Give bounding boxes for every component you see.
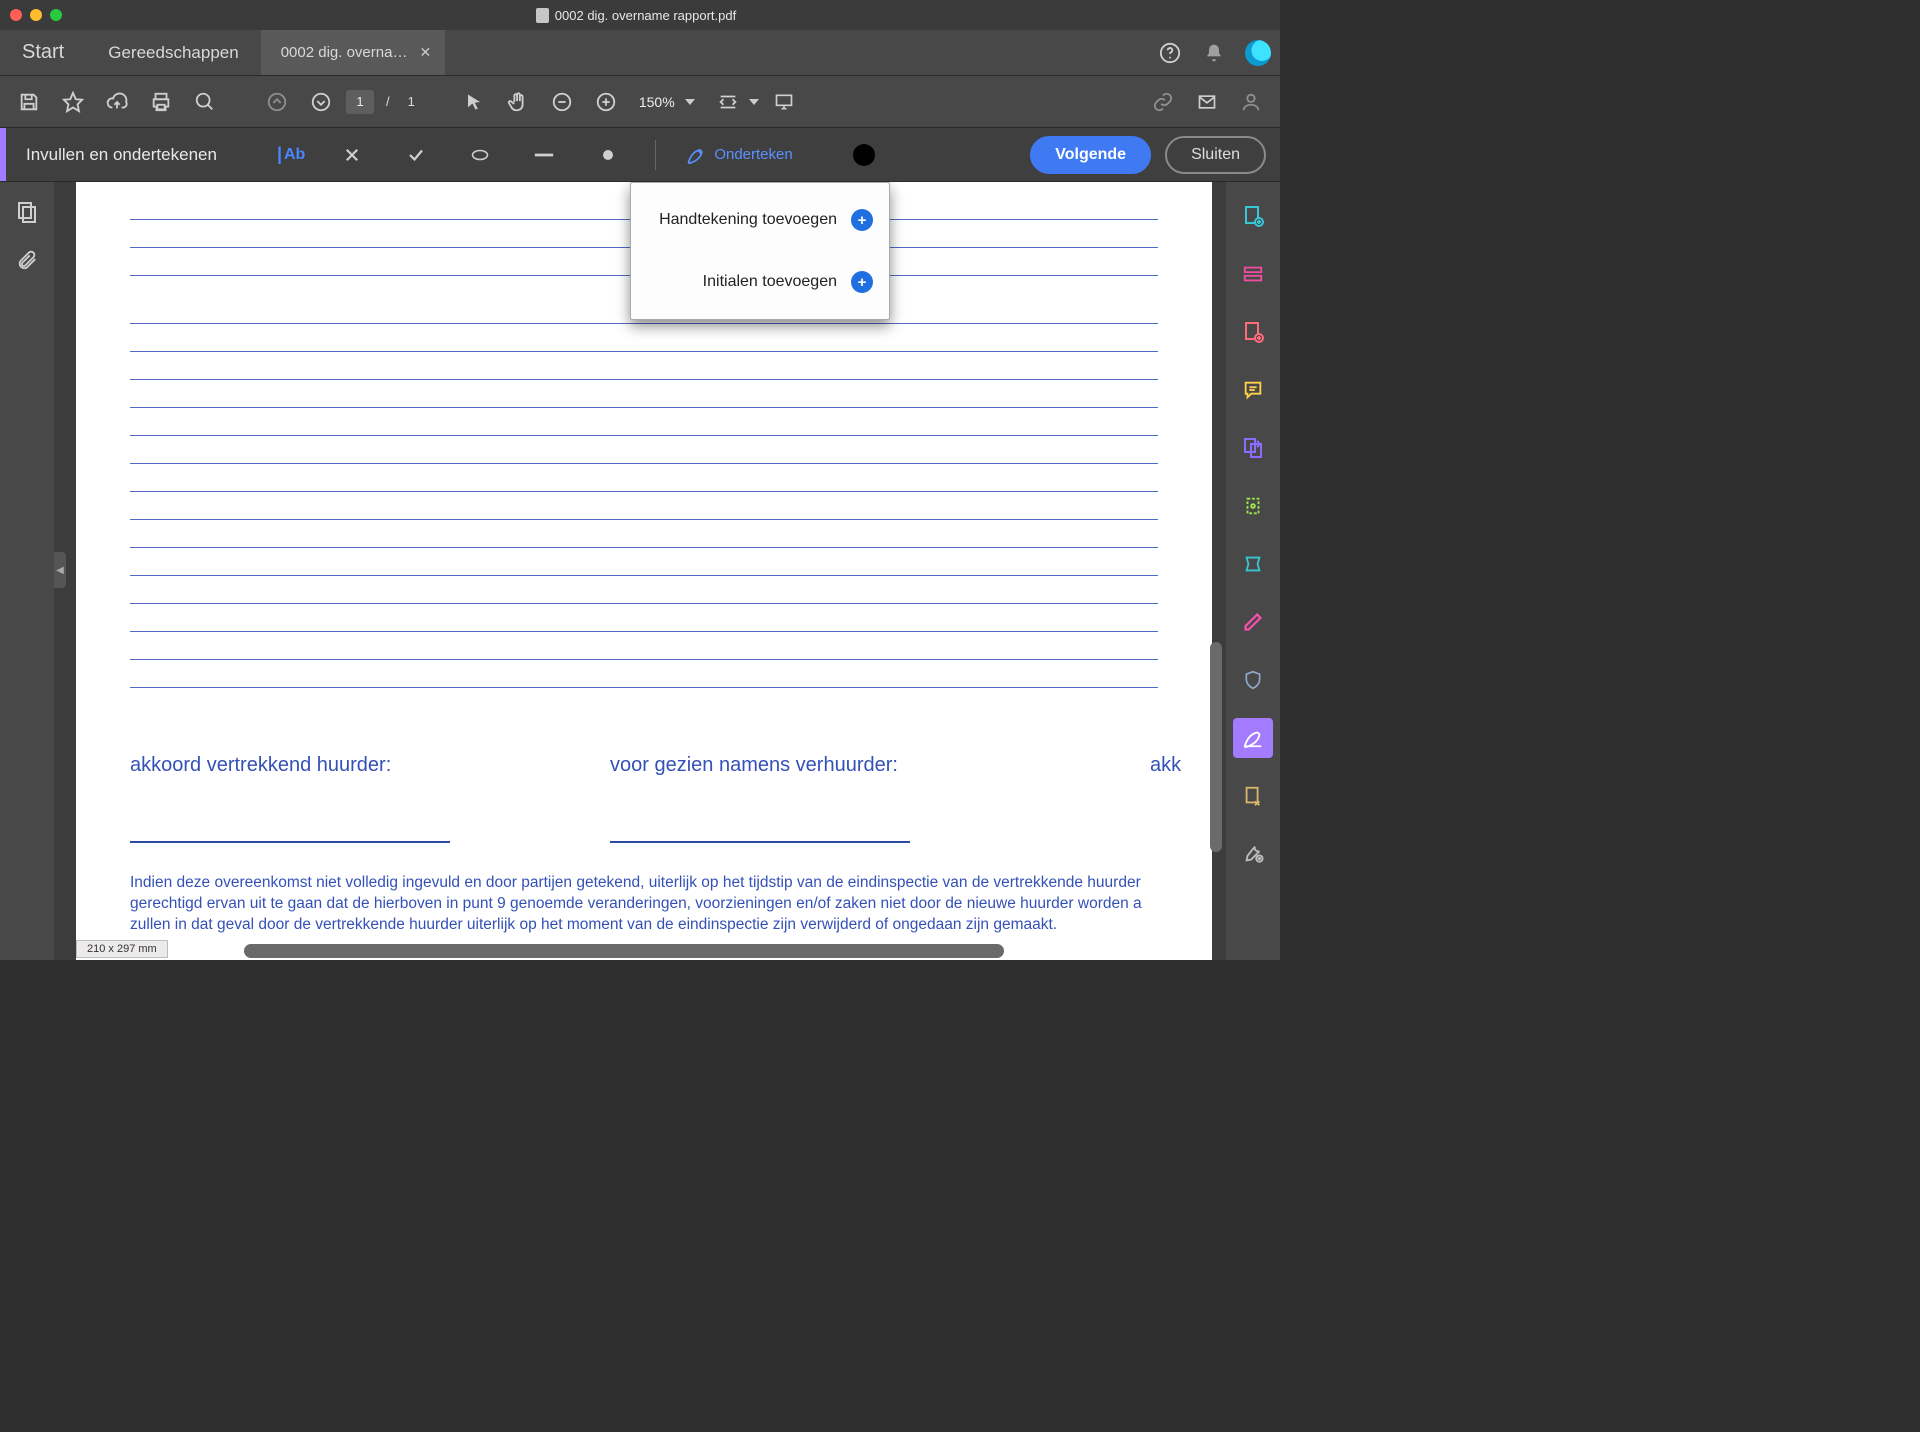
redact-tool-icon[interactable] xyxy=(1233,544,1273,584)
profile-icon[interactable] xyxy=(1232,83,1270,121)
circle-tool-icon[interactable] xyxy=(463,138,497,172)
check-mark-tool-icon[interactable] xyxy=(399,138,433,172)
zoom-in-icon[interactable] xyxy=(587,83,625,121)
attachments-panel-icon[interactable] xyxy=(16,248,38,272)
signature-label-mid: voor gezien namens verhuurder: xyxy=(610,754,1150,777)
signature-line xyxy=(610,783,910,843)
fit-width-icon[interactable] xyxy=(709,83,747,121)
color-picker-dot[interactable] xyxy=(853,144,875,166)
signature-label-right: akk xyxy=(1150,754,1181,777)
dot-tool-icon[interactable] xyxy=(591,138,625,172)
line-tool-icon[interactable] xyxy=(527,138,561,172)
page-total: 1 xyxy=(402,94,421,109)
maximize-window-icon[interactable] xyxy=(50,9,62,21)
link-icon[interactable] xyxy=(1144,83,1182,121)
cloud-upload-icon[interactable] xyxy=(98,83,136,121)
sign-tools: |Ab Onderteken xyxy=(237,138,1030,172)
page-down-icon[interactable] xyxy=(302,83,340,121)
comment-tool-icon[interactable] xyxy=(1233,370,1273,410)
fill-sign-tool-icon[interactable] xyxy=(1233,718,1273,758)
plus-icon: + xyxy=(851,209,873,231)
signature-line xyxy=(130,783,450,843)
collapse-left-handle[interactable]: ◀ xyxy=(54,552,66,588)
hand-tool-icon[interactable] xyxy=(499,83,537,121)
cross-mark-tool-icon[interactable] xyxy=(335,138,369,172)
read-mode-icon[interactable] xyxy=(765,83,803,121)
minimize-window-icon[interactable] xyxy=(30,9,42,21)
zoom-out-icon[interactable] xyxy=(543,83,581,121)
main-toolbar: / 1 150% xyxy=(0,76,1280,128)
signature-label-left: akkoord vertrekkend huurder: xyxy=(130,754,610,777)
fill-sign-bar: Invullen en ondertekenen |Ab Onderteken … xyxy=(0,128,1280,182)
horizontal-scrollbar[interactable] xyxy=(244,944,1004,958)
tab-document-label: 0002 dig. overna… xyxy=(281,44,408,61)
star-icon[interactable] xyxy=(54,83,92,121)
help-icon[interactable] xyxy=(1148,30,1192,75)
left-rail xyxy=(0,182,54,960)
add-initials-label: Initialen toevoegen xyxy=(703,273,837,291)
close-tab-icon[interactable]: ✕ xyxy=(419,44,431,61)
account-avatar[interactable] xyxy=(1236,30,1280,75)
thumbnails-panel-icon[interactable] xyxy=(15,200,39,224)
window-title: 0002 dig. overname rapport.pdf xyxy=(62,8,1210,23)
status-bar-page-size: 210 x 297 mm xyxy=(76,940,168,958)
protect-tool-icon[interactable] xyxy=(1233,602,1273,642)
page-separator: / xyxy=(380,94,396,109)
chevron-down-icon xyxy=(685,99,695,105)
export-tool-icon[interactable] xyxy=(1233,776,1273,816)
fill-sign-title: Invullen en ondertekenen xyxy=(6,145,237,165)
combine-tool-icon[interactable] xyxy=(1233,254,1273,294)
tab-tools[interactable]: Gereedschappen xyxy=(86,30,260,75)
fine-print-line: zullen in dat geval door de vertrekkende… xyxy=(130,915,1158,936)
text-tool[interactable]: |Ab xyxy=(277,144,305,165)
search-icon[interactable] xyxy=(186,83,224,121)
window-controls xyxy=(10,9,62,21)
close-window-icon[interactable] xyxy=(10,9,22,21)
document-icon xyxy=(536,8,549,23)
add-signature-item[interactable]: Handtekening toevoegen + xyxy=(631,189,889,251)
more-tools-icon[interactable] xyxy=(1233,834,1273,874)
compress-tool-icon[interactable] xyxy=(1233,486,1273,526)
plus-icon: + xyxy=(851,271,873,293)
chevron-down-icon[interactable] xyxy=(749,99,759,105)
vertical-scrollbar[interactable] xyxy=(1210,642,1222,852)
edit-pdf-tool-icon[interactable] xyxy=(1233,312,1273,352)
add-initials-item[interactable]: Initialen toevoegen + xyxy=(631,251,889,313)
next-button[interactable]: Volgende xyxy=(1030,136,1151,174)
save-icon[interactable] xyxy=(10,83,48,121)
fine-print-line: gerechtigd ervan uit te gaan dat de hier… xyxy=(130,894,1158,915)
sign-link-label: Onderteken xyxy=(714,146,792,163)
window-title-bar: 0002 dig. overname rapport.pdf xyxy=(0,0,1280,30)
close-button[interactable]: Sluiten xyxy=(1165,136,1266,174)
notifications-icon[interactable] xyxy=(1192,30,1236,75)
create-pdf-tool-icon[interactable] xyxy=(1233,196,1273,236)
sign-dropdown-button[interactable]: Onderteken xyxy=(686,145,792,165)
sign-dropdown-menu: Handtekening toevoegen + Initialen toevo… xyxy=(630,182,890,320)
email-icon[interactable] xyxy=(1188,83,1226,121)
main-area: ◀ akkoord vertrekkend huurder: xyxy=(0,182,1280,960)
shield-tool-icon[interactable] xyxy=(1233,660,1273,700)
window-title-text: 0002 dig. overname rapport.pdf xyxy=(555,8,736,23)
app-tabs: Start Gereedschappen 0002 dig. overna… ✕ xyxy=(0,30,1280,76)
fine-print-line: Indien deze overeenkomst niet volledig i… xyxy=(130,873,1158,894)
document-canvas[interactable]: ◀ akkoord vertrekkend huurder: xyxy=(54,182,1226,960)
zoom-select[interactable]: 150% xyxy=(631,94,703,110)
tab-start[interactable]: Start xyxy=(0,30,86,75)
fine-print: Indien deze overeenkomst niet volledig i… xyxy=(130,873,1158,936)
page-up-icon[interactable] xyxy=(258,83,296,121)
print-icon[interactable] xyxy=(142,83,180,121)
selection-tool-icon[interactable] xyxy=(455,83,493,121)
signature-row: akkoord vertrekkend huurder: voor gezien… xyxy=(130,754,1158,843)
right-tools-rail xyxy=(1226,182,1280,960)
organize-tool-icon[interactable] xyxy=(1233,428,1273,468)
tab-document[interactable]: 0002 dig. overna… ✕ xyxy=(261,30,446,75)
page-number-input[interactable] xyxy=(346,90,374,114)
add-signature-label: Handtekening toevoegen xyxy=(659,211,837,229)
zoom-value: 150% xyxy=(639,94,675,110)
